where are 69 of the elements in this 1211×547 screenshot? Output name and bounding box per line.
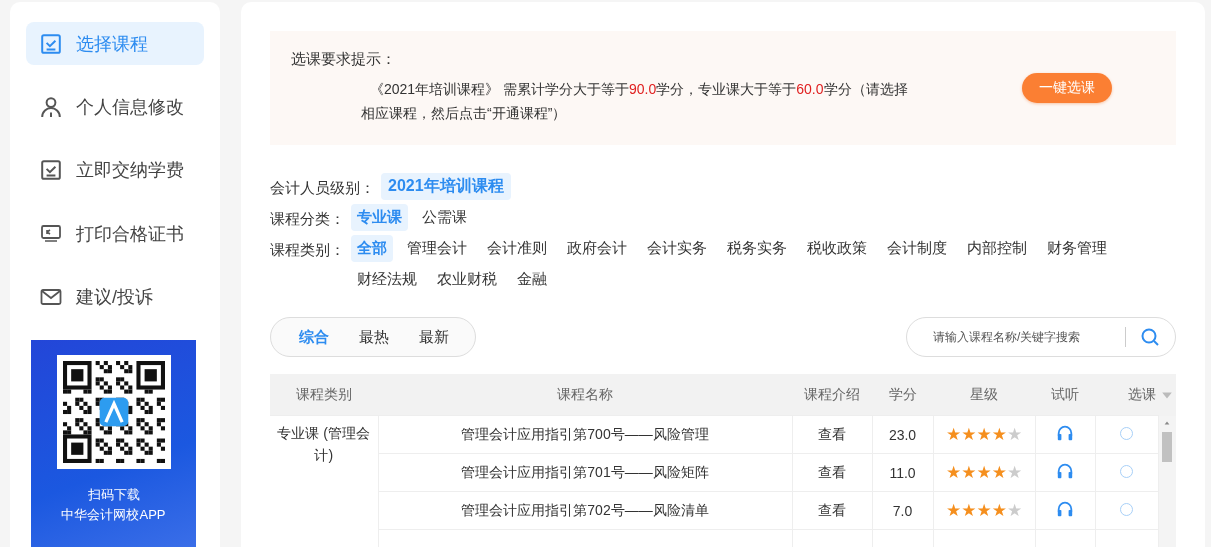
table-cell: 管理会计应用指引第700号——风险管理 [378, 415, 792, 454]
star-icon: ★ [961, 464, 977, 481]
filter-option[interactable]: 税务实务 [721, 235, 793, 262]
scrollbar-thumb[interactable] [1162, 431, 1173, 462]
star-icon: ★ [976, 426, 992, 443]
star-icon: ★ [1006, 464, 1023, 481]
star-icon: ★ [961, 426, 977, 443]
sidebar-item[interactable]: 个人信息修改 [26, 85, 204, 129]
filter-option[interactable]: 会计准则 [481, 235, 553, 262]
promo-text: 中华会计网校APP [61, 505, 166, 524]
filter-label: 课程类别： [270, 240, 345, 260]
filter-option[interactable]: 会计实务 [641, 235, 713, 262]
view-link[interactable]: 查看 [792, 415, 872, 454]
filter-option[interactable]: 税收政策 [801, 235, 873, 262]
filter-option[interactable]: 财务管理 [1041, 235, 1113, 262]
notice-text: 《2021年培训课程》 需累计学分大于等于90.0学分，专业课大于等于60.0学分（请选择相应课程，然后点击“开通课程”） [361, 80, 909, 123]
column-header: 课程名称 [378, 374, 792, 416]
checkbox-icon [40, 159, 62, 182]
filter-option[interactable]: 内部控制 [961, 235, 1033, 262]
scroll-up-icon[interactable] [1163, 419, 1172, 426]
star-icon: ★ [961, 502, 977, 519]
star-icon: ★ [945, 426, 962, 443]
filter-option[interactable]: 财经法规 [351, 266, 423, 293]
filter-option[interactable]: 会计制度 [881, 235, 953, 262]
table-cell: 管理会计应用指引第701号——风险矩阵 [378, 453, 792, 492]
monitor-icon [40, 222, 62, 245]
view-link[interactable]: 查看 [792, 491, 872, 530]
headphones-icon[interactable] [1056, 500, 1074, 518]
star-icon: ★ [1006, 426, 1023, 443]
table-cell: 11.0 [872, 453, 933, 492]
star-icon: ★ [976, 464, 992, 481]
star-icon: ★ [1006, 502, 1023, 519]
sidebar-item[interactable]: 打印合格证书 [26, 212, 204, 256]
promo-text: 扫码下载 [87, 485, 140, 504]
filter-label: 课程分类： [270, 209, 345, 229]
sort-tab[interactable]: 最新 [419, 327, 449, 347]
column-header: 课程类别 [270, 374, 378, 416]
column-header: 课程介绍 [792, 374, 872, 416]
table-cell: 23.0 [872, 415, 933, 454]
headphones-icon[interactable] [1056, 462, 1074, 480]
user-icon [40, 96, 62, 119]
column-header: 学分 [872, 374, 933, 416]
sidebar-item[interactable]: 立即交纳学费 [26, 148, 204, 193]
column-header: 试听 [1035, 374, 1095, 416]
checkbox-icon [40, 32, 62, 55]
column-header: 选课 [1095, 374, 1158, 416]
sort-tab[interactable]: 最热 [359, 327, 389, 347]
headphones-icon[interactable] [1056, 424, 1074, 442]
star-icon: ★ [991, 502, 1007, 519]
star-icon: ★ [991, 426, 1007, 443]
star-icon: ★ [991, 464, 1007, 481]
table-cell: 7.0 [872, 491, 933, 530]
search-field[interactable]: 请输入课程名称/关键字搜索 [906, 317, 1176, 357]
table-cell: 专业课 (管理会计) [270, 415, 378, 547]
view-link[interactable]: 查看 [792, 453, 872, 492]
notice-title: 选课要求提示： [291, 50, 397, 69]
star-icon: ★ [945, 464, 962, 481]
search-icon[interactable] [1140, 327, 1160, 347]
filter-label: 会计人员级别： [270, 178, 375, 198]
filter-option[interactable]: 政府会计 [561, 235, 633, 262]
star-icon: ★ [976, 502, 992, 519]
star-icon: ★ [945, 502, 962, 519]
filter-option[interactable]: 金融 [511, 266, 553, 293]
filter-option[interactable]: 公需课 [416, 204, 473, 231]
filter-option[interactable]: 管理会计 [401, 235, 473, 262]
sidebar-item[interactable]: 建议/投诉 [26, 275, 204, 319]
table-cell: 管理会计应用指引第702号——风险清单 [378, 491, 792, 530]
filter-option[interactable]: 农业财税 [431, 266, 503, 293]
column-header: 星级 [933, 374, 1035, 416]
